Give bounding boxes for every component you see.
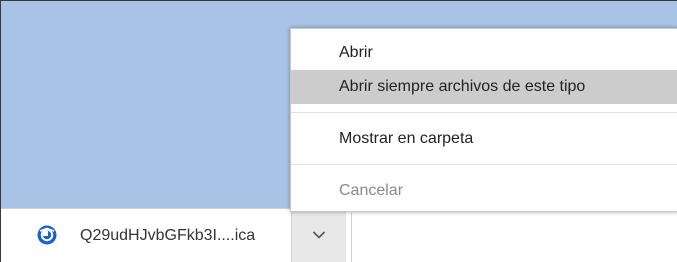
menu-item-cancel[interactable]: Cancelar (291, 174, 677, 208)
chevron-down-icon (312, 231, 326, 239)
menu-separator (291, 164, 677, 165)
download-context-menu: Abrir Abrir siempre archivos de este tip… (290, 28, 677, 212)
download-item[interactable]: Q29udHJvbGFkb3I....ica (1, 209, 291, 262)
browser-window: Q29udHJvbGFkb3I....ica Abrir Abrir siemp… (0, 0, 677, 262)
menu-item-show-in-folder[interactable]: Mostrar en carpeta (291, 122, 677, 156)
download-shelf: Q29udHJvbGFkb3I....ica (1, 208, 677, 262)
chrome-app-icon (37, 225, 57, 245)
download-shelf-empty-slot (351, 213, 677, 262)
download-file-name: Q29udHJvbGFkb3I....ica (80, 227, 256, 244)
menu-item-always-open[interactable]: Abrir siempre archivos de este tipo (291, 70, 677, 104)
download-menu-button[interactable] (291, 209, 346, 262)
menu-separator (291, 112, 677, 113)
menu-item-open[interactable]: Abrir (291, 36, 677, 70)
